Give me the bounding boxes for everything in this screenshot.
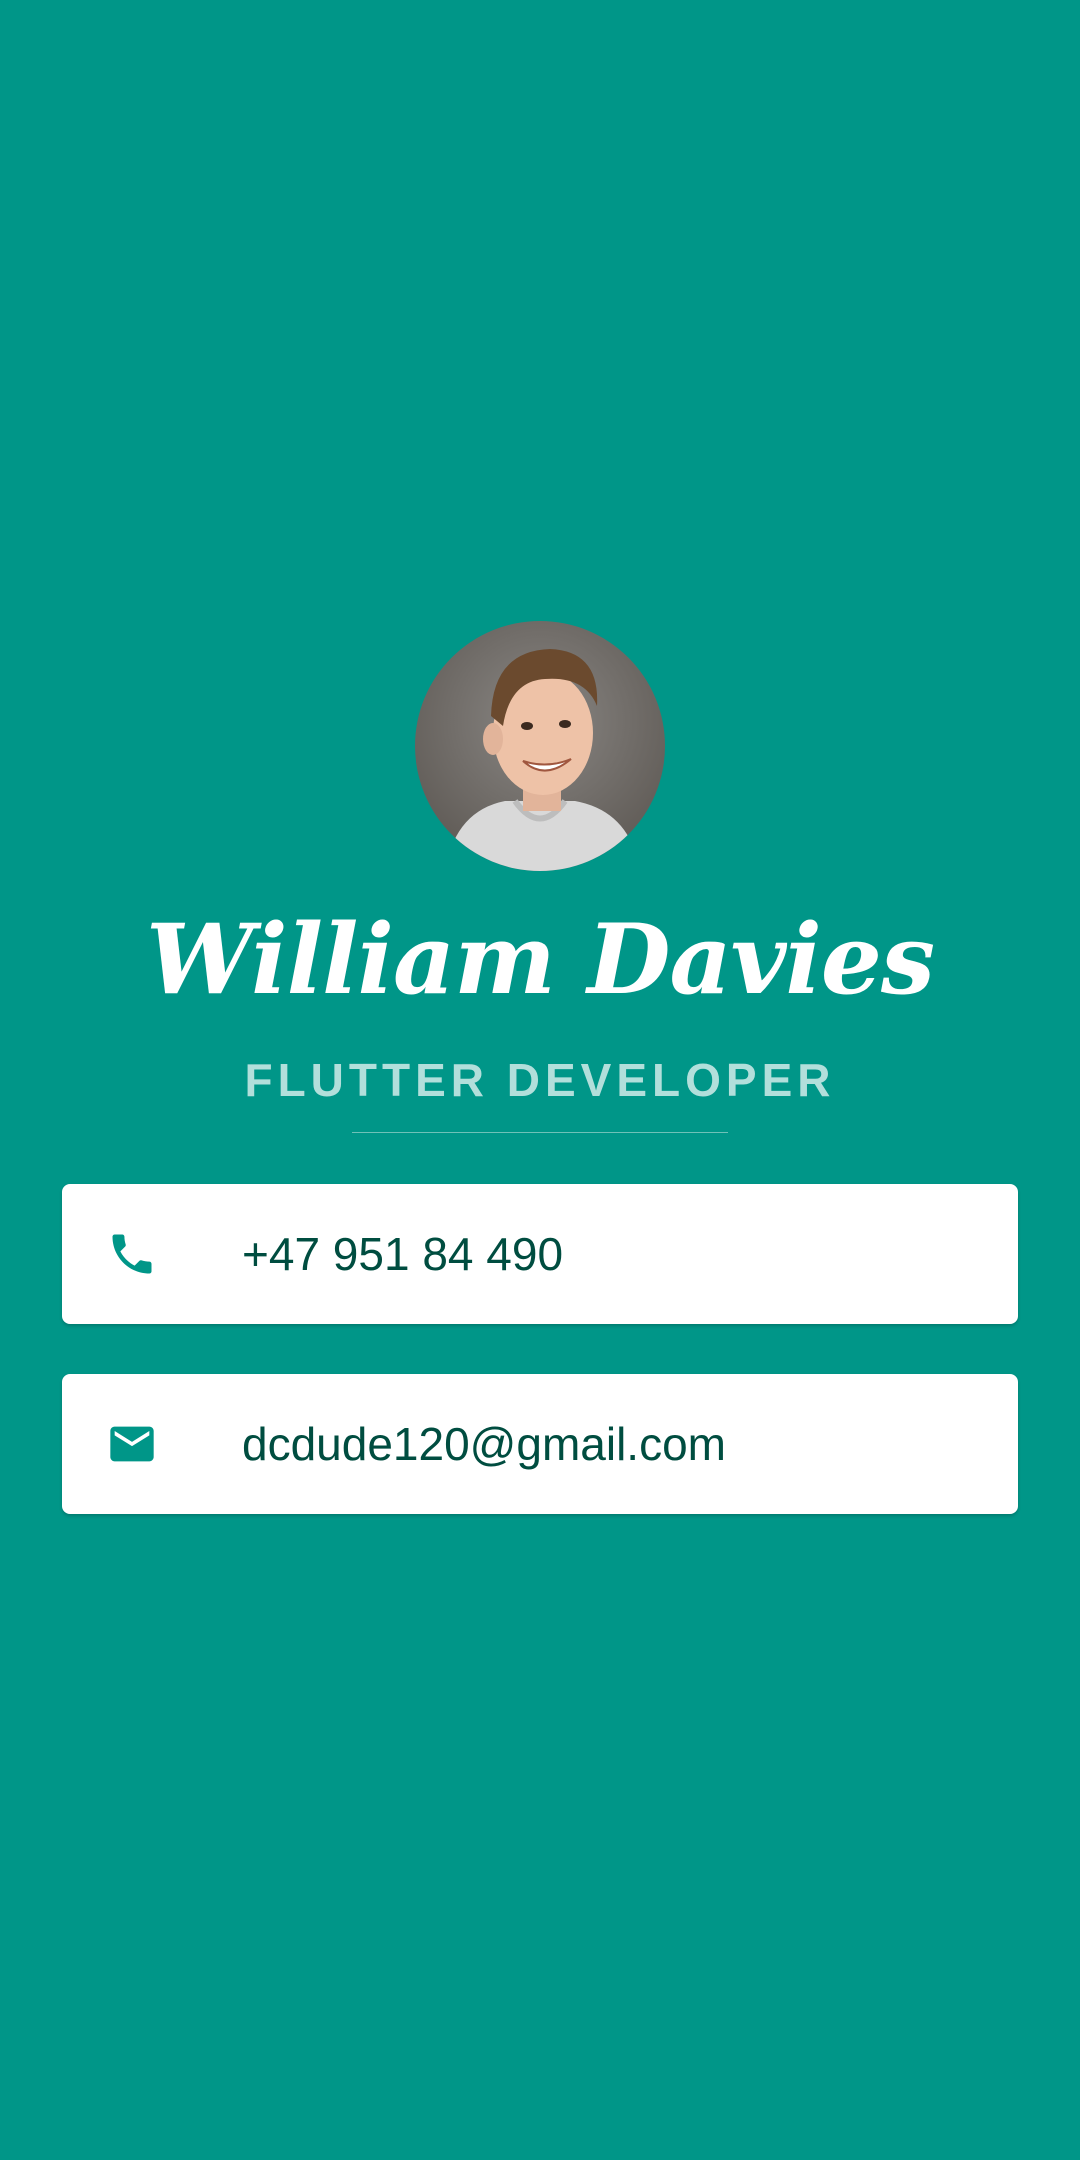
email-address: dcdude120@gmail.com bbox=[242, 1418, 726, 1470]
profile-title: FLUTTER DEVELOPER bbox=[244, 1054, 836, 1106]
avatar bbox=[415, 621, 665, 871]
profile-name: William Davies bbox=[145, 903, 935, 1016]
email-card[interactable]: dcdude120@gmail.com bbox=[62, 1374, 1018, 1514]
divider bbox=[352, 1132, 728, 1133]
phone-icon bbox=[106, 1228, 158, 1280]
mail-icon bbox=[106, 1418, 158, 1470]
phone-card[interactable]: +47 951 84 490 bbox=[62, 1184, 1018, 1324]
phone-number: +47 951 84 490 bbox=[242, 1228, 564, 1280]
business-card-screen: William Davies FLUTTER DEVELOPER +47 951… bbox=[0, 0, 1080, 2160]
